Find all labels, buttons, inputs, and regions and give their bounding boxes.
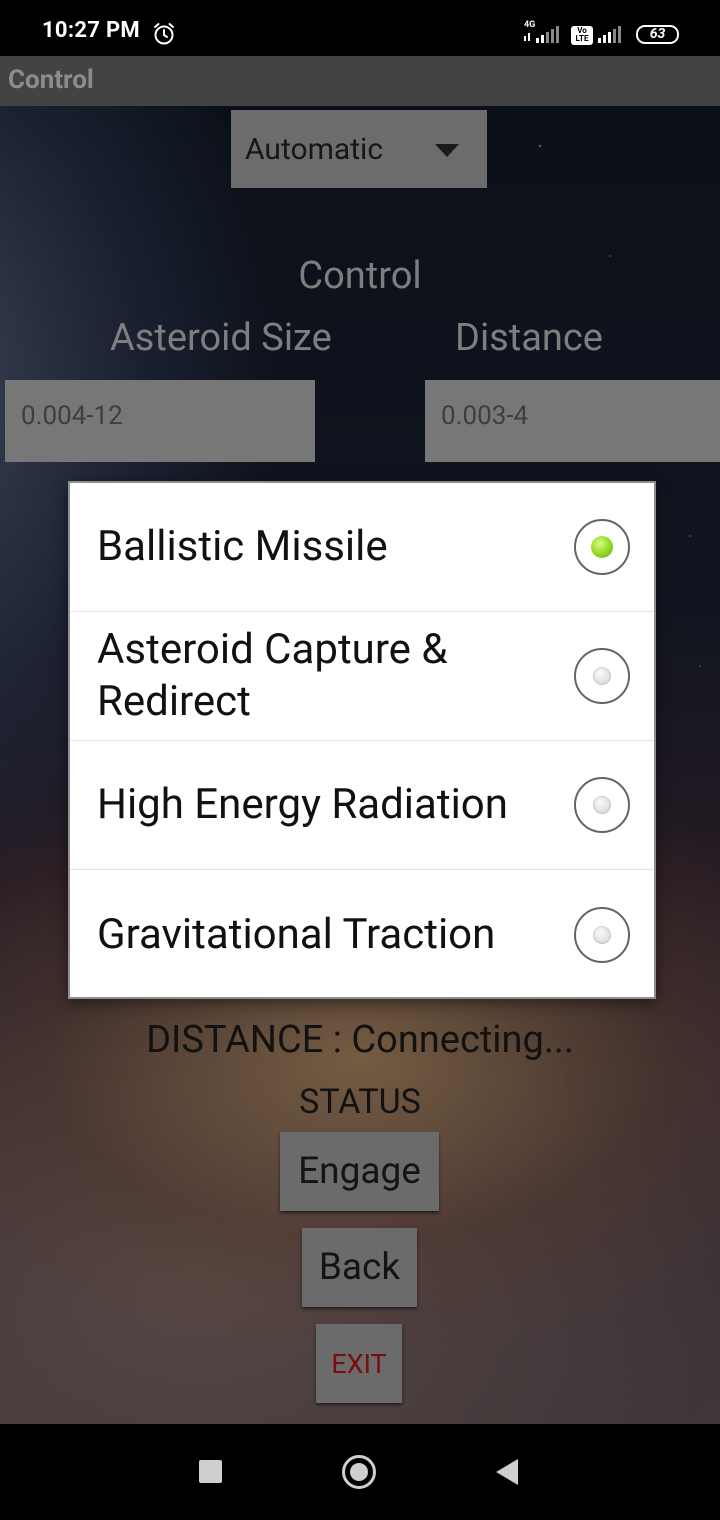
choice-dialog: Ballistic Missile Asteroid Capture & Red… bbox=[68, 481, 656, 999]
navigation-bar bbox=[0, 1424, 720, 1520]
engage-button[interactable]: Engage bbox=[280, 1132, 439, 1211]
option-label: Gravitational Traction bbox=[97, 909, 496, 959]
nav-back-icon[interactable] bbox=[496, 1459, 518, 1485]
battery-level: 63 bbox=[649, 26, 666, 42]
radio-dot bbox=[593, 667, 611, 685]
status-bar: 10:27 PM 4G Vo LTE 63 bbox=[0, 0, 720, 56]
nav-home-icon[interactable] bbox=[342, 1455, 376, 1489]
action-bar: Control bbox=[0, 56, 720, 106]
distance-field[interactable] bbox=[425, 380, 720, 462]
option-label: Asteroid Capture & Redirect bbox=[97, 625, 448, 726]
radio-button[interactable] bbox=[574, 648, 630, 704]
radio-button[interactable] bbox=[574, 777, 630, 833]
alarm-icon bbox=[154, 23, 174, 45]
status-time: 10:27 PM bbox=[42, 18, 140, 43]
signal-icon bbox=[524, 26, 559, 43]
asteroid-size-label: Asteroid Size bbox=[110, 316, 332, 360]
radio-button[interactable] bbox=[574, 906, 630, 963]
exit-button[interactable]: EXIT bbox=[316, 1324, 402, 1403]
mode-spinner-value: Automatic bbox=[245, 132, 384, 167]
option-high-energy-radiation[interactable]: High Energy Radiation bbox=[70, 741, 654, 870]
signal-icon-2 bbox=[598, 26, 621, 43]
status-label: STATUS bbox=[299, 1082, 421, 1122]
dropdown-arrow-icon bbox=[435, 144, 459, 157]
volte-badge: Vo LTE bbox=[571, 26, 593, 45]
option-asteroid-capture[interactable]: Asteroid Capture & Redirect bbox=[70, 612, 654, 741]
asteroid-size-input[interactable] bbox=[5, 380, 315, 462]
radio-dot bbox=[593, 796, 611, 814]
radio-dot bbox=[591, 536, 613, 558]
back-button[interactable]: Back bbox=[302, 1228, 417, 1307]
option-label: High Energy Radiation bbox=[97, 780, 508, 829]
radio-dot bbox=[593, 925, 611, 944]
distance-input[interactable] bbox=[425, 380, 720, 462]
battery-icon: 63 bbox=[636, 25, 679, 44]
option-label: Ballistic Missile bbox=[97, 522, 388, 571]
option-ballistic-missile[interactable]: Ballistic Missile bbox=[70, 483, 654, 612]
app-title: Control bbox=[8, 65, 94, 95]
mode-spinner[interactable]: Automatic bbox=[231, 110, 487, 188]
distance-label: Distance bbox=[455, 316, 603, 360]
option-gravitational-traction[interactable]: Gravitational Traction bbox=[70, 870, 654, 999]
distance-readout: DISTANCE : Connecting... bbox=[146, 1018, 574, 1062]
asteroid-size-field[interactable] bbox=[5, 380, 315, 462]
radio-button[interactable] bbox=[574, 519, 630, 575]
nav-recent-icon[interactable] bbox=[199, 1460, 222, 1483]
control-heading: Control bbox=[298, 254, 422, 298]
